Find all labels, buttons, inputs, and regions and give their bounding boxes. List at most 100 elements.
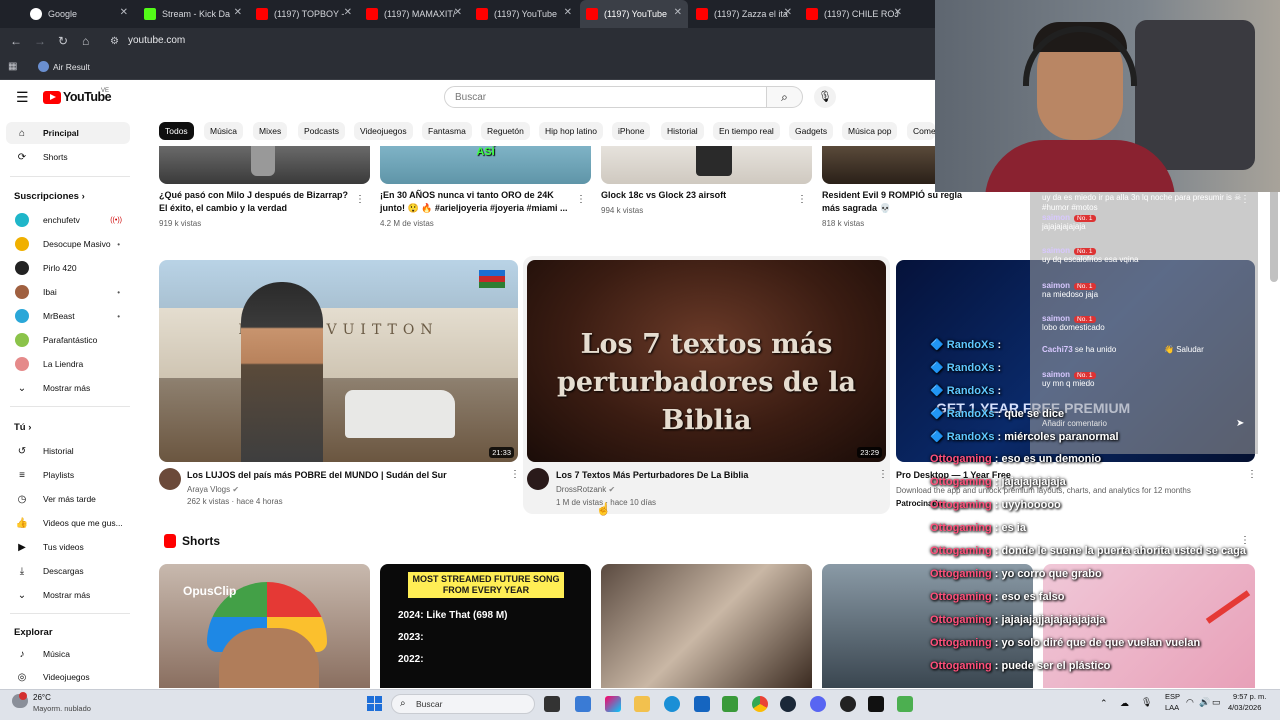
more-options-icon[interactable]: ⋮ <box>576 194 586 205</box>
wifi-icon[interactable]: ◠ <box>1186 697 1194 708</box>
video-title[interactable]: Los LUJOS del país más POBRE del MUNDO |… <box>187 469 487 482</box>
sidebar-item-shorts[interactable]: ⟳ Shorts <box>6 146 130 168</box>
browser-tab[interactable]: (1197) Zazza el ita ✕ <box>690 0 798 28</box>
youtube-logo-icon[interactable] <box>43 91 61 104</box>
chip[interactable]: Reguetón <box>481 122 530 140</box>
site-info-icon[interactable]: ⚙ <box>110 36 119 47</box>
browser-tab[interactable]: Google ✕ <box>24 0 134 28</box>
send-icon[interactable]: ➤ <box>1236 418 1244 429</box>
sidebar-item-gaming[interactable]: ◎ Videojuegos <box>6 666 130 688</box>
video-title[interactable]: Glock 18c vs Glock 23 airsoft <box>601 189 791 202</box>
chip[interactable]: Música pop <box>842 122 898 140</box>
sidebar-item-playlists[interactable]: ≡ Playlists <box>6 464 130 486</box>
chip[interactable]: Come <box>907 122 935 140</box>
sidebar-item-music[interactable]: ♪ Música <box>6 643 130 665</box>
sidebar-item-historial[interactable]: ↺ Historial <box>6 440 130 462</box>
back-icon[interactable]: ← <box>10 34 22 48</box>
sidebar-show-more-you[interactable]: ⌄ Mostrar más <box>6 584 130 606</box>
more-options-icon[interactable]: ⋮ <box>510 469 520 480</box>
minecraft-icon[interactable] <box>722 696 738 712</box>
sidebar-item-liked[interactable]: 👍 Videos que me gus... <box>6 512 130 534</box>
chip[interactable]: Música <box>204 122 243 140</box>
video-thumbnail[interactable]: Los 7 textos más perturbadores de la Bib… <box>527 260 886 462</box>
chip[interactable]: Gadgets <box>789 122 834 140</box>
browser-tab[interactable]: (1197) TOPBOY - ✕ <box>250 0 358 28</box>
clock-time[interactable]: 9:57 p. m. <box>1233 692 1266 701</box>
chip[interactable]: Historial <box>661 122 704 140</box>
discord-icon[interactable] <box>810 696 826 712</box>
sidebar-show-more-subs[interactable]: ⌄ Mostrar más <box>6 377 130 399</box>
task-view-icon[interactable] <box>544 696 560 712</box>
volume-icon[interactable]: 🔊 <box>1199 697 1210 708</box>
keyboard-layout[interactable]: LAA <box>1165 703 1179 712</box>
video-thumbnail[interactable]: ASÍ <box>380 146 591 184</box>
video-title[interactable]: Los 7 Textos Más Perturbadores De La Bib… <box>556 469 856 482</box>
bookmark-air-result[interactable]: Air Result <box>53 62 90 72</box>
chip[interactable]: Fantasma <box>422 122 472 140</box>
greet-button[interactable]: 👋 Saludar <box>1164 345 1204 354</box>
video-title[interactable]: ¡En 30 AÑOS nunca vi tanto ORO de 24K ju… <box>380 189 570 215</box>
close-icon[interactable]: ✕ <box>894 7 902 18</box>
chip[interactable]: iPhone <box>612 122 651 140</box>
battery-icon[interactable]: ▭ <box>1212 697 1221 708</box>
tiktok-icon[interactable] <box>868 696 884 712</box>
close-icon[interactable]: ✕ <box>674 7 682 18</box>
more-options-icon[interactable]: ⋮ <box>878 469 888 480</box>
chip[interactable]: En tiempo real <box>713 122 780 140</box>
video-thumbnail[interactable] <box>159 146 370 184</box>
sidebar-item-watch-later[interactable]: ◷ Ver más tarde <box>6 488 130 510</box>
sidebar-item-your-videos[interactable]: ▶ Tus videos <box>6 536 130 558</box>
steam-icon[interactable] <box>780 696 796 712</box>
video-thumbnail[interactable]: LOUIS VUITTON 21:33 <box>159 260 518 462</box>
comment-input[interactable]: Añadir comentario <box>1042 419 1107 428</box>
video-title[interactable]: ¿Qué pasó con Milo J después de Bizarrap… <box>159 189 354 215</box>
store-icon[interactable] <box>694 696 710 712</box>
obs-icon[interactable] <box>840 696 856 712</box>
subscriptions-heading[interactable]: Suscripciones › <box>14 191 85 202</box>
chip[interactable]: Hip hop latino <box>539 122 603 140</box>
outlook-icon[interactable] <box>575 696 591 712</box>
sidebar-item-principal[interactable]: ⌂ Principal <box>6 122 130 144</box>
language-indicator[interactable]: ESP <box>1165 692 1180 701</box>
close-icon[interactable]: ✕ <box>784 7 792 18</box>
short-thumbnail[interactable]: OpusClip <box>159 564 370 688</box>
close-icon[interactable]: ✕ <box>234 7 242 18</box>
chip[interactable]: Mixes <box>253 122 288 140</box>
onedrive-icon[interactable]: ☁ <box>1120 698 1129 709</box>
close-icon[interactable]: ✕ <box>564 7 572 18</box>
sidebar-sub-mrbeast[interactable]: MrBeast • <box>6 305 130 327</box>
channel-name[interactable]: Araya Vlogs ✔ <box>187 484 239 496</box>
edge-icon[interactable] <box>664 696 680 712</box>
browser-tab-active[interactable]: (1197) YouTube ✕ <box>580 0 688 28</box>
sidebar-sub-desocupe[interactable]: Desocupe Masivo • <box>6 233 130 255</box>
video-title[interactable]: Resident Evil 9 ROMPIÓ su regla más sagr… <box>822 189 982 215</box>
chip[interactable]: Videojuegos <box>354 122 413 140</box>
mic-icon[interactable]: 🎙 <box>1141 697 1152 708</box>
search-button[interactable]: ⌕ <box>767 86 803 108</box>
chip-todos[interactable]: Todos <box>159 122 194 140</box>
more-options-icon[interactable]: ⋮ <box>1247 469 1257 480</box>
search-input[interactable]: Buscar <box>444 86 767 108</box>
voice-search-button[interactable]: 🎙 <box>814 86 836 108</box>
calculator-icon[interactable] <box>897 696 913 712</box>
more-options-icon[interactable]: ⋮ <box>797 194 807 205</box>
browser-tab[interactable]: Stream - Kick Da ✕ <box>138 0 248 28</box>
weather-temp[interactable]: 26°C <box>33 693 51 702</box>
short-thumbnail[interactable] <box>601 564 812 688</box>
sidebar-item-downloads[interactable]: ⤓ Descargas <box>6 560 130 582</box>
copilot-icon[interactable] <box>605 696 621 712</box>
video-thumbnail[interactable] <box>601 146 812 184</box>
more-options-icon[interactable]: ⋮ <box>1240 194 1250 205</box>
browser-tab[interactable]: (1197) MAMAXIT/ ✕ <box>360 0 468 28</box>
chrome-icon[interactable] <box>752 696 768 712</box>
reload-icon[interactable]: ↻ <box>58 34 68 48</box>
short-thumbnail[interactable]: MOST STREAMED FUTURE SONG FROM EVERY YEA… <box>380 564 591 688</box>
close-icon[interactable]: ✕ <box>454 7 462 18</box>
clock-date[interactable]: 4/03/2026 <box>1228 703 1261 712</box>
forward-icon[interactable]: → <box>34 34 46 48</box>
browser-tab[interactable]: (1197) CHILE ROJ ✕ <box>800 0 908 28</box>
sidebar-sub-parafantastico[interactable]: Parafantástico <box>6 329 130 351</box>
you-heading[interactable]: Tú › <box>14 422 31 433</box>
close-icon[interactable]: ✕ <box>120 7 128 18</box>
video-thumbnail[interactable] <box>822 146 935 184</box>
